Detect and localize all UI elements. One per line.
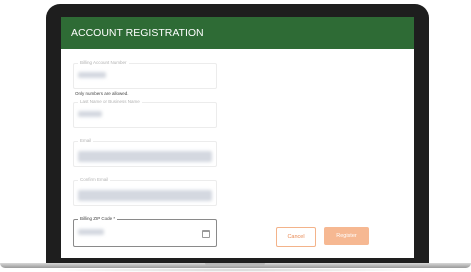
email-label: Email <box>78 138 94 144</box>
email-value <box>78 151 212 162</box>
confirm-email-value <box>78 190 212 201</box>
page-title: ACCOUNT REGISTRATION <box>71 27 204 39</box>
laptop-screen: ACCOUNT REGISTRATION Billing Account Num… <box>61 17 414 258</box>
billing-account-number-label: Billing Account Number <box>78 60 129 66</box>
last-name-label: Last Name or Business Name <box>78 99 142 105</box>
confirm-email-label: Confirm Email <box>78 177 111 183</box>
billing-zip-code-value <box>78 229 104 235</box>
confirm-email-field[interactable]: Confirm Email <box>73 177 217 206</box>
last-name-value <box>78 111 102 117</box>
billing-zip-code-field[interactable]: Billing ZIP Code * <box>73 216 217 247</box>
billing-account-helper-text: Only numbers are allowed. <box>75 91 129 96</box>
laptop-notch <box>205 263 265 266</box>
calendar-icon[interactable] <box>202 230 210 238</box>
last-name-field[interactable]: Last Name or Business Name <box>73 99 217 128</box>
billing-account-number-value <box>78 72 106 78</box>
page-header: ACCOUNT REGISTRATION <box>61 17 414 49</box>
register-button[interactable]: Register <box>324 227 369 245</box>
laptop-frame: ACCOUNT REGISTRATION Billing Account Num… <box>46 4 429 263</box>
billing-account-number-field[interactable]: Billing Account Number <box>73 60 217 89</box>
billing-zip-code-label: Billing ZIP Code * <box>78 216 118 222</box>
cancel-button[interactable]: Cancel <box>276 227 316 247</box>
email-field[interactable]: Email <box>73 138 217 167</box>
laptop-shadow <box>40 268 431 272</box>
